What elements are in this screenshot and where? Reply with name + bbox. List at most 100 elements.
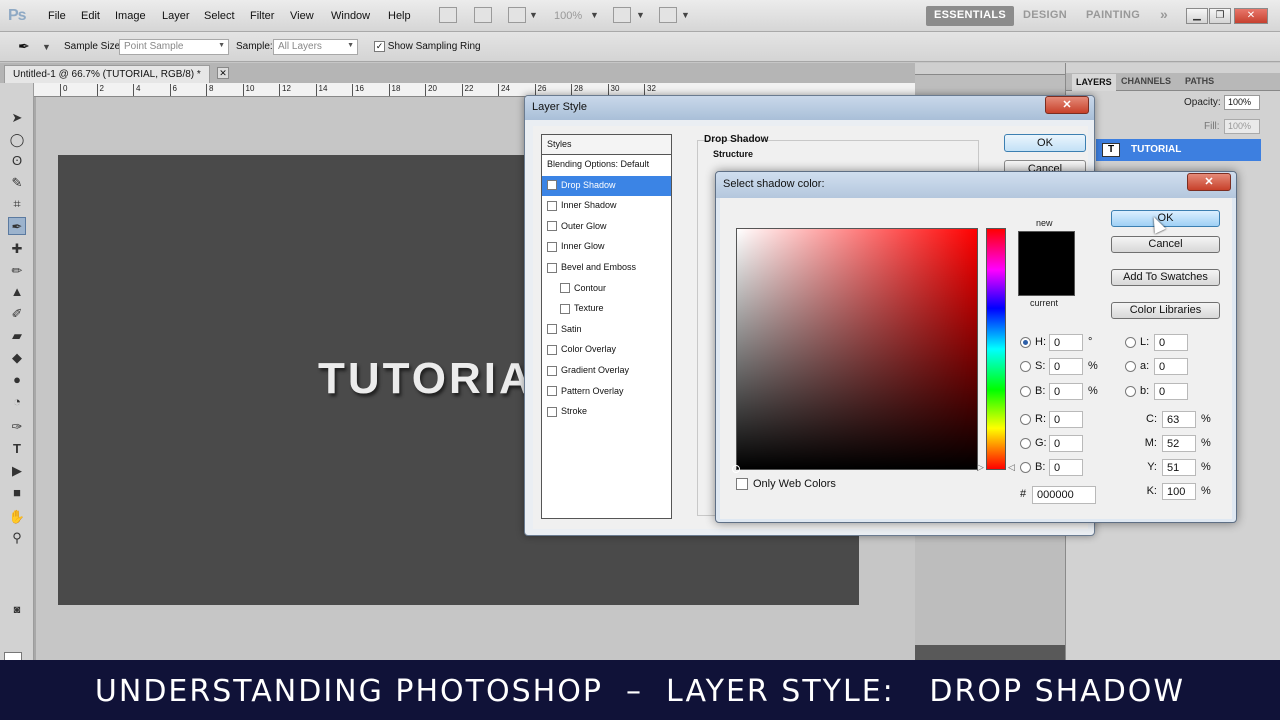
move-tool-icon[interactable]: ➤ xyxy=(8,109,26,127)
lab-b-field[interactable]: 0 xyxy=(1154,383,1188,400)
close-icon[interactable]: ✕ xyxy=(1187,173,1231,191)
chevron-down-icon[interactable]: ▼ xyxy=(636,10,645,20)
brightness-field[interactable]: 0 xyxy=(1049,383,1083,400)
pen-tool-icon[interactable]: ✑ xyxy=(8,418,26,436)
arrange-documents-icon[interactable] xyxy=(613,7,631,23)
lab-l-field[interactable]: 0 xyxy=(1154,334,1188,351)
chevron-down-icon[interactable]: ▼ xyxy=(529,10,538,20)
style-item-checkbox[interactable] xyxy=(547,386,557,397)
eraser-tool-icon[interactable]: ▰ xyxy=(8,327,26,345)
current-color-swatch[interactable] xyxy=(1018,264,1075,296)
yellow-field[interactable]: 51 xyxy=(1162,459,1196,476)
green-field[interactable]: 0 xyxy=(1049,435,1083,452)
menu-image[interactable]: Image xyxy=(115,10,146,22)
menu-filter[interactable]: Filter xyxy=(250,10,274,22)
cyan-field[interactable]: 63 xyxy=(1162,411,1196,428)
color-picker-ok-button[interactable]: OK xyxy=(1111,210,1220,227)
red-radio[interactable] xyxy=(1020,414,1031,425)
paint-bucket-icon[interactable]: ◆ xyxy=(8,349,26,367)
lab-a-field[interactable]: 0 xyxy=(1154,358,1188,375)
style-item-checkbox[interactable] xyxy=(560,303,570,314)
layer-style-titlebar[interactable]: Layer Style xyxy=(525,96,1094,120)
layer-row[interactable]: TUTORIAL xyxy=(1096,139,1261,161)
style-item-checkbox[interactable] xyxy=(547,365,557,376)
path-selection-icon[interactable]: ▶ xyxy=(8,462,26,480)
zoom-tool-icon[interactable]: ⚲ xyxy=(8,529,26,547)
color-picker-cancel-button[interactable]: Cancel xyxy=(1111,236,1220,253)
style-item[interactable]: Inner Glow xyxy=(542,237,671,258)
red-field[interactable]: 0 xyxy=(1049,411,1083,428)
hand-tool-icon[interactable]: ✋ xyxy=(8,508,26,526)
hue-radio[interactable] xyxy=(1020,337,1031,348)
styles-header[interactable]: Styles xyxy=(542,135,671,155)
style-item-checkbox[interactable] xyxy=(547,344,557,355)
style-item[interactable]: Inner Shadow xyxy=(542,196,671,217)
style-item[interactable]: Pattern Overlay xyxy=(542,382,671,403)
saturation-field[interactable]: 0 xyxy=(1049,358,1083,375)
menu-edit[interactable]: Edit xyxy=(81,10,100,22)
menu-help[interactable]: Help xyxy=(388,10,411,22)
blue-radio[interactable] xyxy=(1020,462,1031,473)
sample-select[interactable]: All Layers ▼ xyxy=(273,39,358,55)
style-item[interactable]: Texture xyxy=(542,299,671,320)
screen-mode-icon[interactable] xyxy=(659,7,677,23)
tab-layers[interactable]: LAYERS xyxy=(1072,74,1116,91)
style-item-checkbox[interactable] xyxy=(547,324,557,335)
style-item[interactable]: Bevel and Emboss xyxy=(542,258,671,279)
workspace-essentials[interactable]: ESSENTIALS xyxy=(926,6,1015,26)
style-item-checkbox[interactable]: ✓ xyxy=(547,180,557,191)
restore-icon[interactable]: ❐ xyxy=(1209,8,1231,24)
chevron-down-icon[interactable]: ▼ xyxy=(681,10,690,20)
style-item-checkbox[interactable] xyxy=(547,262,557,273)
tab-paths[interactable]: PATHS xyxy=(1185,76,1214,86)
style-item[interactable]: Blending Options: Default xyxy=(542,155,671,176)
blur-tool-icon[interactable]: ● xyxy=(8,371,26,389)
crop-tool-icon[interactable]: ⌗ xyxy=(8,195,26,213)
lasso-tool-icon[interactable]: ʘ xyxy=(8,152,26,170)
blue-field[interactable]: 0 xyxy=(1049,459,1083,476)
marquee-tool-icon[interactable]: ◯ xyxy=(8,131,26,149)
style-item[interactable]: Contour xyxy=(542,279,671,300)
zoom-level[interactable]: 100% xyxy=(554,10,582,22)
hue-slider-right-arrow-icon[interactable]: ◁ xyxy=(1008,462,1015,473)
minimize-icon[interactable]: ▁ xyxy=(1186,8,1208,24)
eyedropper-tool-icon[interactable]: ✒ xyxy=(8,217,26,235)
only-web-colors-checkbox[interactable] xyxy=(736,478,748,491)
brightness-radio[interactable] xyxy=(1020,386,1031,397)
view-extras-icon[interactable] xyxy=(508,7,526,23)
add-to-swatches-button[interactable]: Add To Swatches xyxy=(1111,269,1220,286)
menu-select[interactable]: Select xyxy=(204,10,235,22)
close-icon[interactable]: ✕ xyxy=(1045,96,1089,114)
clone-stamp-icon[interactable]: ▲ xyxy=(8,283,26,301)
bridge-icon[interactable] xyxy=(439,7,457,23)
color-libraries-button[interactable]: Color Libraries xyxy=(1111,302,1220,319)
black-field[interactable]: 100 xyxy=(1162,483,1196,500)
magenta-field[interactable]: 52 xyxy=(1162,435,1196,452)
lab-a-radio[interactable] xyxy=(1125,361,1136,372)
close-icon[interactable]: ✕ xyxy=(217,67,229,79)
lab-l-radio[interactable] xyxy=(1125,337,1136,348)
tab-channels[interactable]: CHANNELS xyxy=(1121,76,1171,86)
show-sampling-ring-checkbox[interactable]: ✓ xyxy=(374,41,385,52)
menu-file[interactable]: File xyxy=(48,10,66,22)
style-item[interactable]: Gradient Overlay xyxy=(542,361,671,382)
green-radio[interactable] xyxy=(1020,438,1031,449)
style-item[interactable]: Color Overlay xyxy=(542,340,671,361)
rectangle-tool-icon[interactable]: ■ xyxy=(8,484,26,502)
chevron-down-icon[interactable]: ▼ xyxy=(42,42,51,52)
style-item-checkbox[interactable] xyxy=(547,406,557,417)
color-field-marker[interactable] xyxy=(732,465,740,473)
lab-b-radio[interactable] xyxy=(1125,386,1136,397)
show-sampling-ring-option[interactable]: ✓ Show Sampling Ring xyxy=(374,41,481,52)
style-item[interactable]: Stroke xyxy=(542,402,671,423)
only-web-colors-option[interactable]: Only Web Colors xyxy=(736,478,836,491)
quick-mask-icon[interactable]: ◙ xyxy=(8,601,26,619)
menu-window[interactable]: Window xyxy=(331,10,370,22)
hue-slider-left-arrow-icon[interactable]: ▷ xyxy=(977,462,984,473)
fill-field[interactable]: 100% xyxy=(1224,119,1260,134)
style-item-checkbox[interactable] xyxy=(547,221,557,232)
workspace-painting[interactable]: PAINTING xyxy=(1078,6,1148,26)
hue-slider[interactable] xyxy=(986,228,1006,470)
document-tab[interactable]: Untitled-1 @ 66.7% (TUTORIAL, RGB/8) * xyxy=(4,65,210,83)
chevron-down-icon[interactable]: ▼ xyxy=(590,10,599,20)
